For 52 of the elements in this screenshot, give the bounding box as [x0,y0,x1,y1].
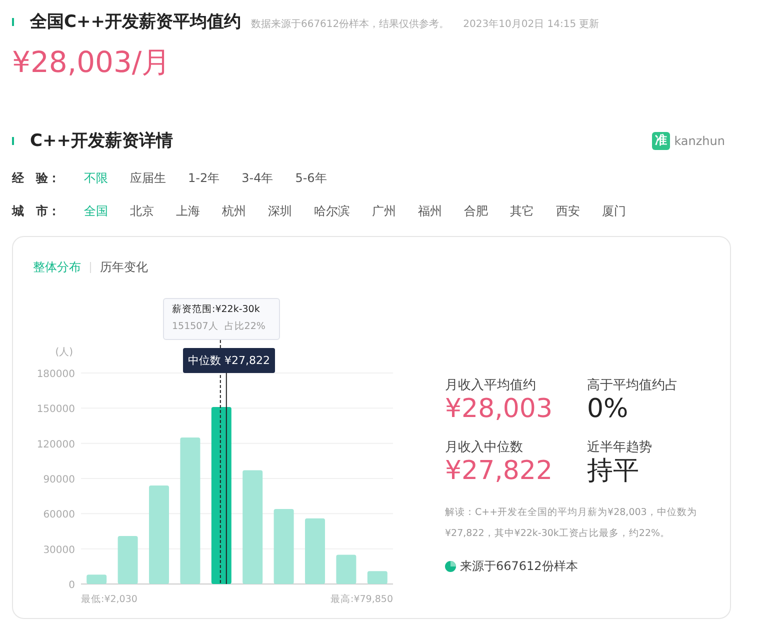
filter-label: 经 验： [12,170,61,187]
filter-option[interactable]: 合肥 [464,203,488,220]
axis-tick: 30000 [43,544,75,556]
filter-option[interactable]: 上海 [176,203,200,220]
filter-option[interactable]: 哈尔滨 [314,203,350,220]
sample-note: 来源于667612份样本 [460,558,578,575]
axis-unit: (人) [55,347,73,358]
axis-tick: 180000 [36,369,75,380]
filter-option[interactable]: 福州 [418,203,442,220]
stat-label: 月收入中位数 [445,439,524,456]
min-label: 最低:¥2,030 [81,594,138,605]
average-salary: ¥28,003/月 [12,44,172,81]
filter-option[interactable]: 其它 [510,203,534,220]
axis-tick: 90000 [43,474,75,486]
filter-option[interactable]: 1-2年 [188,170,220,187]
accent-mark [12,136,14,144]
section-title: C++开发薪资详情 [30,130,173,152]
explanation-text: 解读：C++开发在全国的平均月薪为¥28,003，中位数为¥27,822，其中¥22k-30k工资占比最多，约22%。 [445,506,698,541]
pie-icon [445,561,456,572]
axis-tick: 60000 [43,510,75,521]
source-note: 数据来源于667612份样本，结果仅供参考。 [250,18,450,31]
stat-value: ¥28,003 [445,394,554,424]
filter-option[interactable]: 广州 [372,203,396,220]
axis-tick: 120000 [36,439,75,450]
filter-label: 城 市： [12,203,61,220]
filter-option[interactable]: 应届生 [130,170,166,187]
filter-option[interactable]: 3-4年 [242,170,274,187]
median-label: 中位数 ¥27,822 [183,348,275,373]
update-time: 2023年10月02日 14:15 更新 [463,18,600,31]
filter-option[interactable]: 厦门 [602,203,626,220]
axis-tick: 0 [68,580,75,591]
stat-value: ¥27,822 [445,456,554,486]
filter-option[interactable]: 5-6年 [295,170,327,187]
tooltip-detail: 151507人 占比22% [172,320,266,333]
tooltip-title: 薪资范围:¥22k-30k [172,303,261,316]
accent-mark [12,18,14,26]
page-title: 全国C++开发薪资平均值约 [30,11,241,33]
bar[interactable] [211,407,232,584]
stat-label: 近半年趋势 [587,439,653,456]
axis-tick: 150000 [36,404,75,416]
brand-icon: 准 [652,132,670,150]
stat-label: 月收入平均值约 [445,377,537,394]
stat-label: 高于平均值约占 [587,377,679,394]
max-label: 最高:¥79,850 [330,594,393,605]
filter-option[interactable]: 杭州 [222,203,246,220]
filter-option[interactable]: 北京 [130,203,154,220]
stat-value: 持平 [587,456,640,486]
filter-option[interactable]: 深圳 [268,203,292,220]
brand-name: kanzhun [674,134,725,148]
stat-value: 0% [587,394,630,424]
filter-option[interactable]: 西安 [556,203,580,220]
tab[interactable]: 历年变化 [100,259,148,276]
